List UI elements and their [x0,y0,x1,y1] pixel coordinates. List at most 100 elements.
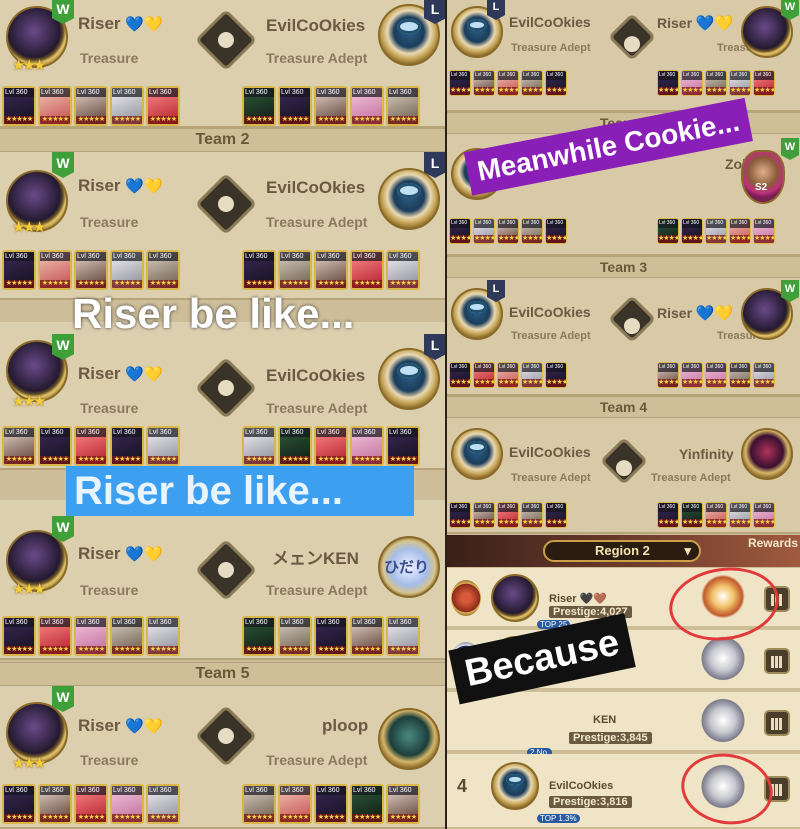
hero-card[interactable]: Lvl 360 [242,784,276,824]
hero-card[interactable]: Lvl 360 [386,250,420,290]
hero-card[interactable]: Lvl 360 [74,86,108,126]
hero-card[interactable]: Lvl 360 [521,362,543,388]
hero-card[interactable]: Lvl 360 [38,250,72,290]
hero-card[interactable]: Lvl 360 [2,250,36,290]
hero-card[interactable]: Lvl 360 [38,426,72,466]
hero-card[interactable]: Lvl 360 [657,70,679,96]
stats-button[interactable] [764,648,790,674]
hero-card[interactable]: Lvl 360 [386,426,420,466]
hero-card[interactable]: Lvl 360 [729,218,751,244]
hero-card[interactable]: Lvl 360 [2,86,36,126]
hero-card[interactable]: Lvl 360 [386,616,420,656]
hero-card[interactable]: Lvl 360 [681,362,703,388]
hero-card[interactable]: Lvl 360 [545,70,567,96]
hero-card[interactable]: Lvl 360 [473,70,495,96]
hero-card[interactable]: Lvl 360 [681,218,703,244]
hero-card[interactable]: Lvl 360 [681,502,703,528]
hero-card[interactable]: Lvl 360 [449,362,471,388]
replay-button[interactable] [194,704,258,768]
replay-button[interactable] [607,12,657,62]
hero-card[interactable]: Lvl 360 [705,502,727,528]
hero-card[interactable]: Lvl 360 [110,784,144,824]
hero-card[interactable]: Lvl 360 [110,86,144,126]
hero-card[interactable]: Lvl 360 [242,86,276,126]
hero-card[interactable]: Lvl 360 [350,616,384,656]
hero-card[interactable]: Lvl 360 [729,502,751,528]
hero-card[interactable]: Lvl 360 [753,502,775,528]
hero-card[interactable]: Lvl 360 [657,502,679,528]
hero-card[interactable]: Lvl 360 [146,426,180,466]
hero-card[interactable]: Lvl 360 [314,426,348,466]
hero-card[interactable]: Lvl 360 [473,218,495,244]
hero-card[interactable]: Lvl 360 [729,70,751,96]
hero-card[interactable]: Lvl 360 [497,70,519,96]
hero-card[interactable]: Lvl 360 [314,250,348,290]
hero-card[interactable]: Lvl 360 [753,70,775,96]
hero-card[interactable]: Lvl 360 [386,86,420,126]
ranking-row[interactable]: KEN Prestige:3,845 2 No. [447,692,800,757]
hero-card[interactable]: Lvl 360 [314,616,348,656]
hero-card[interactable]: Lvl 360 [110,616,144,656]
hero-card[interactable]: Lvl 360 [74,784,108,824]
hero-card[interactable]: Lvl 360 [110,250,144,290]
hero-card[interactable]: Lvl 360 [681,70,703,96]
hero-card[interactable]: Lvl 360 [38,616,72,656]
hero-card[interactable]: Lvl 360 [657,362,679,388]
hero-card[interactable]: Lvl 360 [545,502,567,528]
hero-card[interactable]: Lvl 360 [278,426,312,466]
hero-card[interactable]: Lvl 360 [350,784,384,824]
hero-card[interactable]: Lvl 360 [74,250,108,290]
hero-card[interactable]: Lvl 360 [473,362,495,388]
hero-card[interactable]: Lvl 360 [74,426,108,466]
replay-button[interactable] [607,294,657,344]
hero-card[interactable]: Lvl 360 [521,70,543,96]
player-avatar[interactable] [491,762,539,810]
player-avatar[interactable] [451,428,503,480]
hero-card[interactable]: Lvl 360 [242,616,276,656]
hero-card[interactable]: Lvl 360 [146,616,180,656]
stats-button[interactable] [764,710,790,736]
hero-card[interactable]: Lvl 360 [449,70,471,96]
hero-card[interactable]: Lvl 360 [386,784,420,824]
region-dropdown[interactable]: Region 2 ▾ [543,540,701,562]
hero-card[interactable]: Lvl 360 [2,784,36,824]
hero-card[interactable]: Lvl 360 [350,86,384,126]
hero-card[interactable]: Lvl 360 [521,502,543,528]
hero-card[interactable]: Lvl 360 [2,426,36,466]
hero-card[interactable]: Lvl 360 [146,784,180,824]
replay-button[interactable] [194,172,258,236]
hero-card[interactable]: Lvl 360 [497,362,519,388]
player-avatar[interactable] [491,574,539,622]
hero-card[interactable]: Lvl 360 [545,362,567,388]
replay-button[interactable] [194,538,258,602]
rewards-button[interactable]: Rewards [748,536,798,550]
hero-card[interactable]: Lvl 360 [705,70,727,96]
hero-card[interactable]: Lvl 360 [729,362,751,388]
hero-card[interactable]: Lvl 360 [278,250,312,290]
hero-card[interactable]: Lvl 360 [146,250,180,290]
hero-card[interactable]: Lvl 360 [497,218,519,244]
hero-card[interactable]: Lvl 360 [473,502,495,528]
replay-button[interactable] [194,8,258,72]
hero-card[interactable]: Lvl 360 [545,218,567,244]
hero-card[interactable]: Lvl 360 [314,784,348,824]
hero-card[interactable]: Lvl 360 [38,784,72,824]
hero-card[interactable]: Lvl 360 [449,502,471,528]
hero-card[interactable]: Lvl 360 [242,250,276,290]
opponent-avatar[interactable] [741,150,785,204]
replay-button[interactable] [599,436,649,486]
hero-card[interactable]: Lvl 360 [38,86,72,126]
hero-card[interactable]: Lvl 360 [753,218,775,244]
hero-card[interactable]: Lvl 360 [242,426,276,466]
hero-card[interactable]: Lvl 360 [497,502,519,528]
opponent-avatar[interactable] [378,168,440,230]
hero-card[interactable]: Lvl 360 [705,362,727,388]
hero-card[interactable]: Lvl 360 [2,616,36,656]
hero-card[interactable]: Lvl 360 [278,784,312,824]
hero-card[interactable]: Lvl 360 [350,250,384,290]
hero-card[interactable]: Lvl 360 [753,362,775,388]
hero-card[interactable]: Lvl 360 [74,616,108,656]
hero-card[interactable]: Lvl 360 [110,426,144,466]
hero-card[interactable]: Lvl 360 [314,86,348,126]
hero-card[interactable]: Lvl 360 [521,218,543,244]
